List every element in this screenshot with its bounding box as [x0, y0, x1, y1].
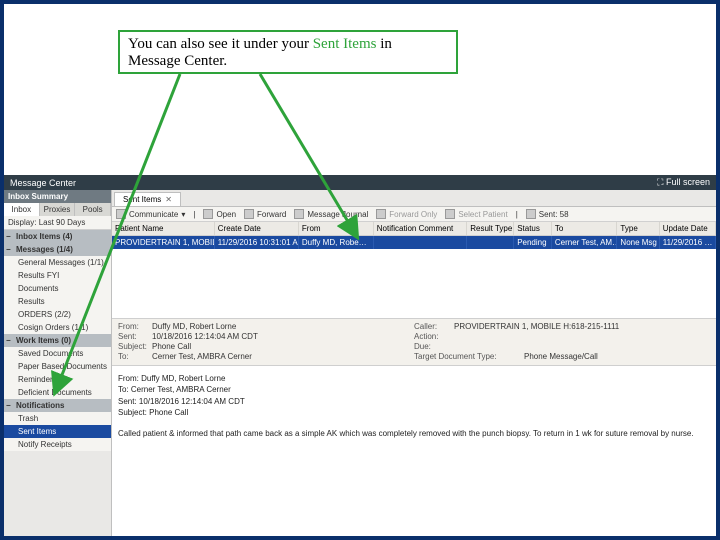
sidebar-item-paper-based-documents[interactable]: Paper Based Documents: [4, 360, 111, 373]
to-value: Cerner Test, AMBRA Cerner: [152, 352, 414, 361]
col-result-type[interactable]: Result Type: [467, 222, 514, 235]
message-detail-header: From:Duffy MD, Robert Lorne Sent:10/18/2…: [112, 319, 716, 366]
main-panel: Sent Items ✕ Communicate▾ | Open Forward…: [112, 190, 716, 536]
table-row[interactable]: PROVIDERTRAIN 1, MOBILE 11/29/2016 10:31…: [112, 236, 716, 249]
forward-icon: [244, 209, 254, 219]
subject-label: Subject:: [118, 342, 152, 351]
open-icon: [203, 209, 213, 219]
display-value: Last 90 Days: [39, 218, 86, 227]
toolbar: Communicate▾ | Open Forward Message Jour…: [112, 207, 716, 222]
sidebar-item-saved-documents[interactable]: Saved Documents: [4, 347, 111, 360]
sent-icon: [526, 209, 536, 219]
close-icon[interactable]: ✕: [165, 195, 172, 204]
col-patient-name[interactable]: Patient Name: [112, 222, 215, 235]
col-from[interactable]: From: [299, 222, 374, 235]
col-status[interactable]: Status: [514, 222, 552, 235]
table-header: Patient Name Create Date From Notificati…: [112, 222, 716, 236]
tab-pools[interactable]: Pools: [75, 203, 111, 216]
col-notification-comment[interactable]: Notification Comment: [374, 222, 467, 235]
sidebar-item-trash[interactable]: Trash: [4, 412, 111, 425]
caller-label: Caller:: [414, 322, 454, 331]
sent-value: 10/18/2016 12:14:04 AM CDT: [152, 332, 414, 341]
from-label: From:: [118, 322, 152, 331]
callout-pre: You can also see it under your: [128, 36, 313, 52]
patient-icon: [445, 209, 455, 219]
forward-only-icon: [376, 209, 386, 219]
caller-value: PROVIDERTRAIN 1, MOBILE H:618-215-1111: [454, 322, 710, 331]
sidebar-item-notify-receipts[interactable]: Notify Receipts: [4, 438, 111, 451]
communicate-icon: [116, 209, 126, 219]
sent-count: Sent: 58: [526, 209, 569, 219]
select-patient-button: Select Patient: [445, 209, 507, 219]
group-work-items[interactable]: Work Items (0): [4, 334, 111, 347]
tab-label: Sent Items: [123, 195, 161, 204]
from-value: Duffy MD, Robert Lorne: [152, 322, 414, 331]
sidebar-item-results-fyi[interactable]: Results FYI: [4, 269, 111, 282]
body-message-text: Called patient & informed that path came…: [118, 429, 710, 439]
body-subject-line: Subject: Phone Call: [118, 408, 710, 418]
sent-label: Sent:: [118, 332, 152, 341]
forward-only-button: Forward Only: [376, 209, 437, 219]
chevron-down-icon: ▾: [181, 210, 185, 219]
col-to[interactable]: To: [552, 222, 618, 235]
sidebar-item-general-messages[interactable]: General Messages (1/1): [4, 256, 111, 269]
action-label: Action:: [414, 332, 454, 341]
content-tabbar: Sent Items ✕: [112, 190, 716, 207]
tab-proxies[interactable]: Proxies: [40, 203, 76, 216]
col-create-date[interactable]: Create Date: [215, 222, 299, 235]
sidebar-tabs: Inbox Proxies Pools: [4, 203, 111, 216]
sidebar-item-sent-items[interactable]: Sent Items: [4, 425, 111, 438]
display-filter[interactable]: Display: Last 90 Days: [4, 216, 111, 230]
message-journal-button[interactable]: Message Journal: [294, 209, 368, 219]
due-value: [454, 342, 710, 351]
body-from-line: From: Duffy MD, Robert Lorne: [118, 374, 710, 384]
col-type[interactable]: Type: [617, 222, 659, 235]
action-value: [454, 332, 710, 341]
sidebar-item-deficient-documents[interactable]: Deficient Documents: [4, 386, 111, 399]
body-to-line: To: Cerner Test, AMBRA Cerner: [118, 385, 710, 395]
body-sent-line: Sent: 10/18/2016 12:14:04 AM CDT: [118, 397, 710, 407]
message-center-header: Message Center ⛶ Full screen: [4, 175, 716, 190]
messages-table: Patient Name Create Date From Notificati…: [112, 222, 716, 249]
sidebar-item-orders[interactable]: ORDERS (2/2): [4, 308, 111, 321]
sidebar-item-cosign-orders[interactable]: Cosign Orders (1/1): [4, 321, 111, 334]
open-button[interactable]: Open: [203, 209, 236, 219]
inbox-summary-label: Inbox Summary: [4, 190, 111, 203]
journal-icon: [294, 209, 304, 219]
group-notifications[interactable]: Notifications: [4, 399, 111, 412]
sidebar: Inbox Summary Inbox Proxies Pools Displa…: [4, 190, 112, 536]
communicate-button[interactable]: Communicate▾: [116, 209, 185, 219]
group-inbox-items[interactable]: Inbox Items (4): [4, 230, 111, 243]
tab-inbox[interactable]: Inbox: [4, 203, 40, 216]
col-update-date[interactable]: Update Date: [660, 222, 716, 235]
sidebar-item-documents[interactable]: Documents: [4, 282, 111, 295]
target-value: Phone Message/Call: [524, 352, 710, 361]
table-empty-space: [112, 249, 716, 319]
to-label: To:: [118, 352, 152, 361]
target-label: Target Document Type:: [414, 352, 524, 361]
instruction-callout: You can also see it under your Sent Item…: [118, 30, 458, 74]
callout-highlight: Sent Items: [313, 36, 377, 52]
sidebar-item-reminders[interactable]: Reminders: [4, 373, 111, 386]
forward-button[interactable]: Forward: [244, 209, 286, 219]
fullscreen-toggle[interactable]: ⛶ Full screen: [657, 177, 710, 188]
tab-sent-items[interactable]: Sent Items ✕: [114, 192, 181, 206]
message-center-title: Message Center: [10, 178, 76, 188]
group-messages[interactable]: Messages (1/4): [4, 243, 111, 256]
message-detail-body: From: Duffy MD, Robert Lorne To: Cerner …: [112, 366, 716, 447]
due-label: Due:: [414, 342, 454, 351]
sidebar-item-results[interactable]: Results: [4, 295, 111, 308]
subject-value: Phone Call: [152, 342, 414, 351]
display-label: Display:: [8, 218, 36, 227]
